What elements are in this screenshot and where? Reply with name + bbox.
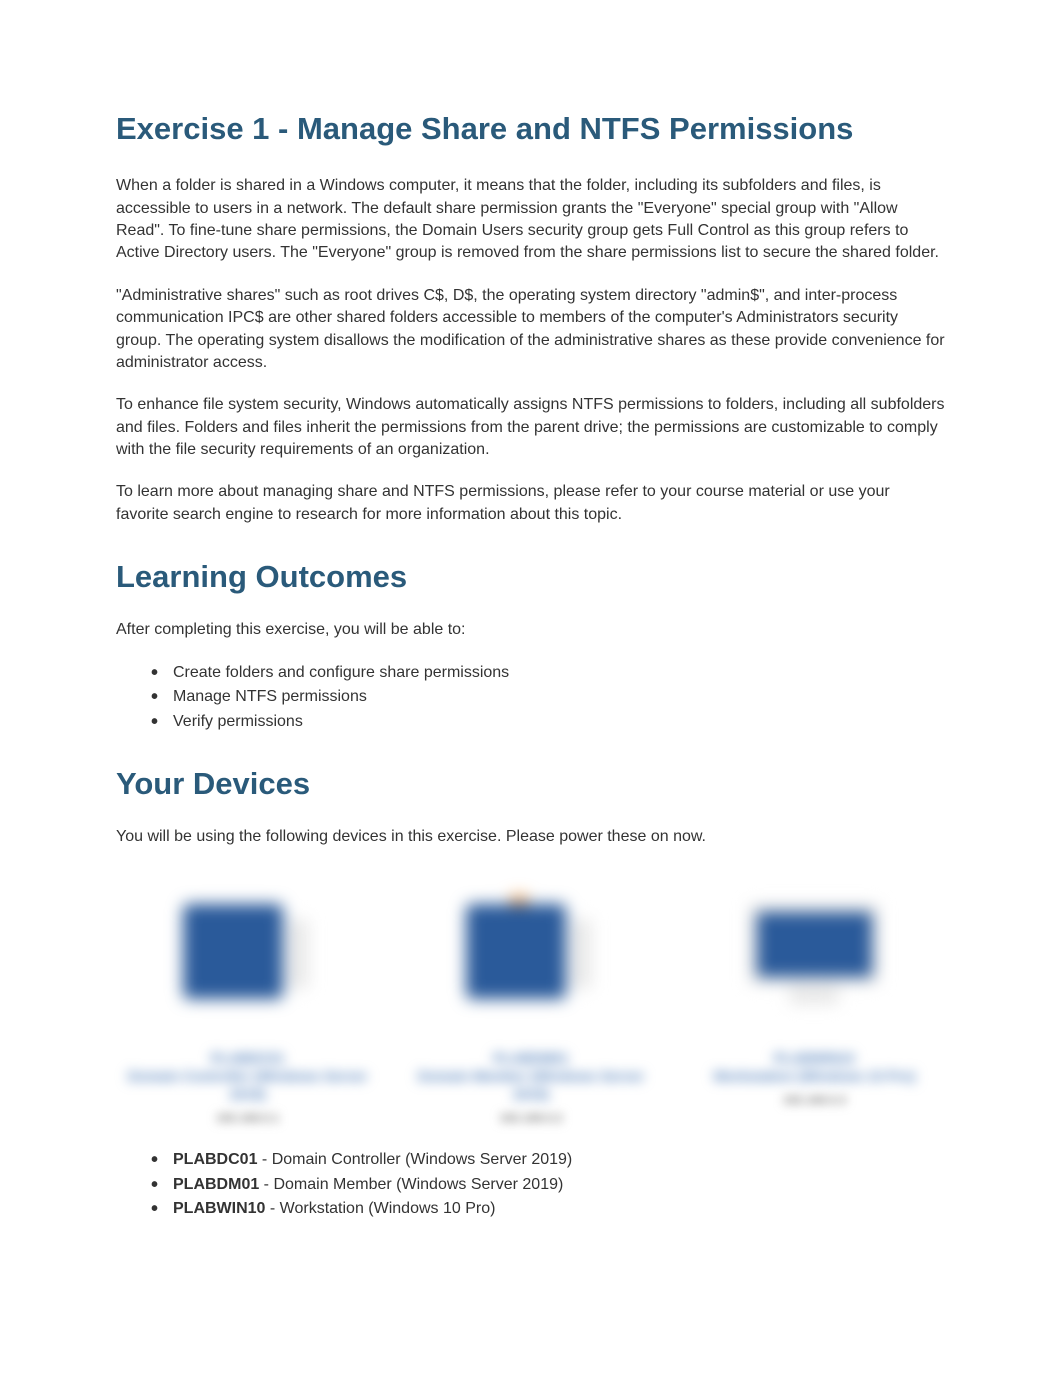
your-devices-heading: Your Devices [116,765,946,802]
intro-paragraph-1: When a folder is shared in a Windows com… [116,175,946,265]
server-icon [116,869,379,1039]
list-item: PLABWIN10 - Workstation (Windows 10 Pro) [151,1198,946,1220]
device-list: PLABDC01 - Domain Controller (Windows Se… [116,1149,946,1220]
list-item: Verify permissions [151,711,946,733]
device-name: PLABWIN10 [173,1200,265,1217]
device-desc: - Domain Member (Windows Server 2019) [259,1176,563,1193]
device-label: PLABDM01 Domain Member (Windows Server 2… [399,1049,662,1104]
device-desc: - Workstation (Windows 10 Pro) [265,1200,495,1217]
device-sublabel: 192.168.0.1 [216,1111,279,1125]
device-name: PLABDC01 [173,1151,257,1168]
server-icon [399,869,662,1039]
workstation-icon [683,869,946,1039]
your-devices-lead: You will be using the following devices … [116,826,946,848]
device-label: PLABWIN10 Workstation (Windows 10 Pro) [713,1049,915,1085]
device-sublabel: 192.168.0.2 [499,1111,562,1125]
learning-outcomes-lead: After completing this exercise, you will… [116,619,946,641]
device-card: PLABDM01 Domain Member (Windows Server 2… [399,869,662,1126]
learning-outcomes-heading: Learning Outcomes [116,558,946,595]
learning-outcomes-list: Create folders and configure share permi… [116,662,946,733]
list-item: Manage NTFS permissions [151,686,946,708]
device-name: PLABDM01 [173,1176,259,1193]
device-card: PLABWIN10 Workstation (Windows 10 Pro) 1… [683,869,946,1126]
list-item: PLABDC01 - Domain Controller (Windows Se… [151,1149,946,1171]
intro-paragraph-2: "Administrative shares" such as root dri… [116,285,946,375]
list-item: PLABDM01 - Domain Member (Windows Server… [151,1174,946,1196]
intro-paragraph-4: To learn more about managing share and N… [116,481,946,526]
intro-paragraph-3: To enhance file system security, Windows… [116,394,946,461]
list-item: Create folders and configure share permi… [151,662,946,684]
device-images-row: PLABDC01 Domain Controller (Windows Serv… [116,869,946,1126]
device-desc: - Domain Controller (Windows Server 2019… [257,1151,572,1168]
device-sublabel: 192.168.0.3 [783,1093,846,1107]
device-card: PLABDC01 Domain Controller (Windows Serv… [116,869,379,1126]
page-title: Exercise 1 - Manage Share and NTFS Permi… [116,110,946,147]
device-label: PLABDC01 Domain Controller (Windows Serv… [116,1049,379,1104]
